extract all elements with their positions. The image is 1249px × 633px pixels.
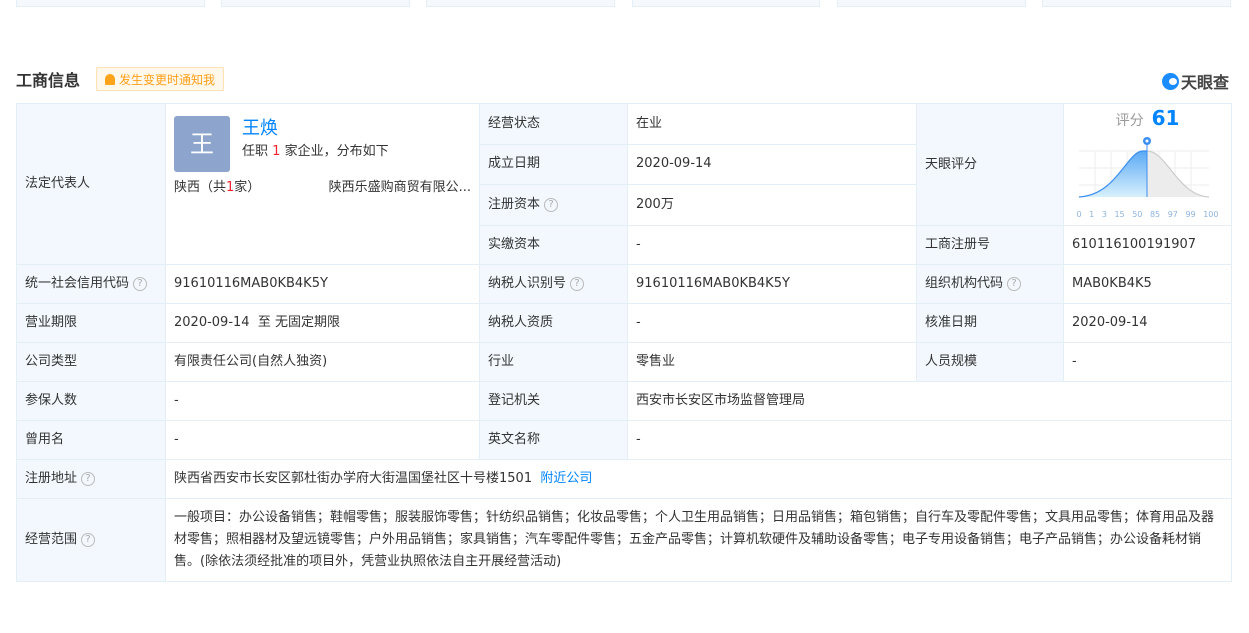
value-founded: 2020-09-14: [627, 143, 917, 186]
value-taxid: 91610116MAB0KB4K5Y: [627, 264, 917, 304]
value-industry: 零售业: [627, 342, 917, 382]
label-taxq: 纳税人资质: [479, 303, 628, 343]
value-taxq: -: [627, 303, 917, 343]
label-term: 营业期限: [16, 303, 166, 343]
tianyancha-logo: 天眼查: [1161, 69, 1229, 93]
value-enname: -: [627, 420, 1232, 460]
label-paid: 实缴资本: [479, 225, 628, 265]
logo-icon: [1161, 72, 1179, 90]
score-cell: 评分 61 0 1 3 15 50 85 97 99 100: [1063, 103, 1232, 226]
label-staff: 人员规模: [916, 342, 1064, 382]
help-icon[interactable]: ?: [1007, 276, 1022, 291]
label-industry: 行业: [479, 342, 628, 382]
tab-strip: [632, 0, 820, 7]
region-count: 陕西（共1家）: [174, 180, 261, 195]
avatar: 王: [174, 116, 230, 172]
value-authority: 西安市长安区市场监督管理局: [627, 381, 1232, 421]
label-score: 天眼评分: [916, 103, 1064, 226]
label-insured: 参保人数: [16, 381, 166, 421]
value-oldname: -: [165, 420, 480, 460]
label-type: 公司类型: [16, 342, 166, 382]
label-status: 经营状态: [479, 103, 628, 145]
value-scope: 一般项目：办公设备销售；鞋帽零售；服装服饰零售；针纺织品销售；化妆品零售；个人卫…: [165, 498, 1232, 582]
nearby-companies-link[interactable]: 附近公司: [540, 471, 592, 486]
value-approve: 2020-09-14: [1063, 303, 1232, 343]
company-link[interactable]: 陕西乐盛购商贸有限公...: [329, 178, 471, 198]
help-icon[interactable]: ?: [81, 471, 96, 486]
value-address: 陕西省西安市长安区郭杜街办学府大街温国堡社区十号楼1501 附近公司: [165, 459, 1232, 499]
value-capital: 200万: [627, 184, 917, 226]
value-orgcode: MAB0KB4K5: [1063, 264, 1232, 304]
notify-label: 发生变更时通知我: [119, 72, 216, 87]
value-regno: 610116100191907: [1063, 225, 1232, 265]
label-enname: 英文名称: [479, 420, 628, 460]
label-authority: 登记机关: [479, 381, 628, 421]
tab-strip: [1042, 0, 1231, 7]
help-icon[interactable]: ?: [81, 532, 96, 547]
score-label: 评分: [1115, 113, 1144, 129]
label-legal-rep: 法定代表人: [16, 103, 166, 265]
value-insured: -: [165, 381, 480, 421]
tab-strip: [221, 0, 410, 7]
tab-strip: [837, 0, 1026, 7]
value-credit: 91610116MAB0KB4K5Y: [165, 264, 480, 304]
section-title: 工商信息: [16, 71, 81, 90]
business-info-table: 法定代表人 王 王焕 任职 1 家企业，分布如下 陕西（共1家） 陕西乐盛购商贸…: [16, 103, 1232, 582]
label-regno: 工商注册号: [916, 225, 1064, 265]
label-founded: 成立日期: [479, 143, 628, 186]
value-type: 有限责任公司(自然人独资): [165, 342, 480, 382]
tab-strip: [426, 0, 615, 7]
tab-strip: [16, 0, 205, 7]
score-value: 61: [1151, 106, 1180, 130]
label-credit: 统一社会信用代码?: [16, 264, 166, 304]
value-status: 在业: [627, 103, 917, 145]
value-paid: -: [627, 225, 917, 265]
score-bell-curve: [1078, 137, 1209, 198]
score-ticks: 0 1 3 15 50 85 97 99 100: [1076, 210, 1219, 219]
label-address: 注册地址?: [16, 459, 166, 499]
label-approve: 核准日期: [916, 303, 1064, 343]
help-icon[interactable]: ?: [544, 197, 559, 212]
label-oldname: 曾用名: [16, 420, 166, 460]
legal-rep-cell: 王 王焕 任职 1 家企业，分布如下 陕西（共1家） 陕西乐盛购商贸有限公...: [165, 103, 480, 265]
value-staff: -: [1063, 342, 1232, 382]
label-orgcode: 组织机构代码?: [916, 264, 1064, 304]
logo-text: 天眼查: [1180, 73, 1229, 92]
label-taxid: 纳税人识别号?: [479, 264, 628, 304]
value-term: 2020-09-14 至 无固定期限: [165, 303, 480, 343]
label-scope: 经营范围?: [16, 498, 166, 582]
help-icon[interactable]: ?: [133, 276, 148, 291]
notify-button[interactable]: 发生变更时通知我: [96, 67, 225, 91]
help-icon[interactable]: ?: [570, 276, 585, 291]
bell-icon: [105, 73, 116, 85]
label-capital: 注册资本?: [479, 184, 628, 226]
